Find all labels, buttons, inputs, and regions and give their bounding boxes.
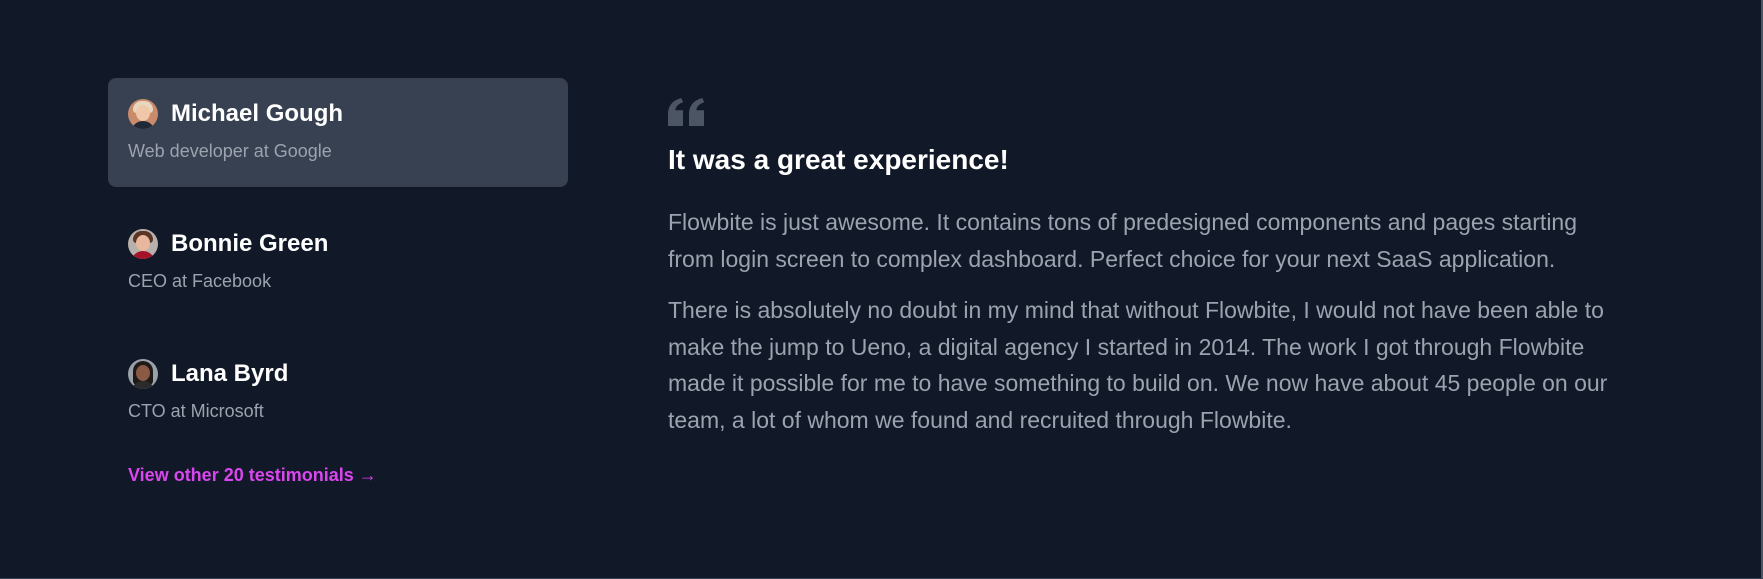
- avatar: [128, 229, 158, 259]
- avatar-face: [136, 365, 150, 381]
- avatar-body: [131, 251, 155, 259]
- testimonial-card-michael-gough[interactable]: Michael Gough Web developer at Google: [108, 78, 568, 187]
- testimonial-paragraph: There is absolutely no doubt in my mind …: [668, 297, 1608, 433]
- avatar-face: [136, 235, 150, 251]
- person-role: CTO at Microsoft: [128, 401, 264, 421]
- person-name: Lana Byrd: [171, 360, 289, 387]
- view-more-testimonials-link[interactable]: View other 20 testimonials →: [128, 463, 377, 487]
- testimonial-paragraph: Flowbite is just awesome. It contains to…: [668, 209, 1578, 272]
- person-role: Web developer at Google: [128, 141, 332, 161]
- person-role: CEO at Facebook: [128, 271, 272, 291]
- quote-icon: [668, 98, 705, 126]
- testimonial-selector: Michael Gough Web developer at Google Bo…: [108, 78, 568, 487]
- testimonial-card-header: Lana Byrd: [128, 358, 548, 390]
- avatar-body: [131, 121, 155, 129]
- testimonial-card-lana-byrd[interactable]: Lana Byrd CTO at Microsoft: [108, 338, 568, 447]
- testimonial-card-bonnie-green[interactable]: Bonnie Green CEO at Facebook: [108, 208, 568, 317]
- testimonial-headline: It was a great experience!: [668, 144, 1009, 175]
- avatar-face: [136, 105, 150, 121]
- testimonial-card-header: Michael Gough: [128, 98, 548, 130]
- avatar: [128, 99, 158, 129]
- avatar: [128, 359, 158, 389]
- testimonial-content: It was a great experience! Flowbite is j…: [668, 98, 1628, 433]
- testimonial-card-header: Bonnie Green: [128, 228, 548, 260]
- person-name: Bonnie Green: [171, 230, 329, 257]
- person-name: Michael Gough: [171, 100, 344, 127]
